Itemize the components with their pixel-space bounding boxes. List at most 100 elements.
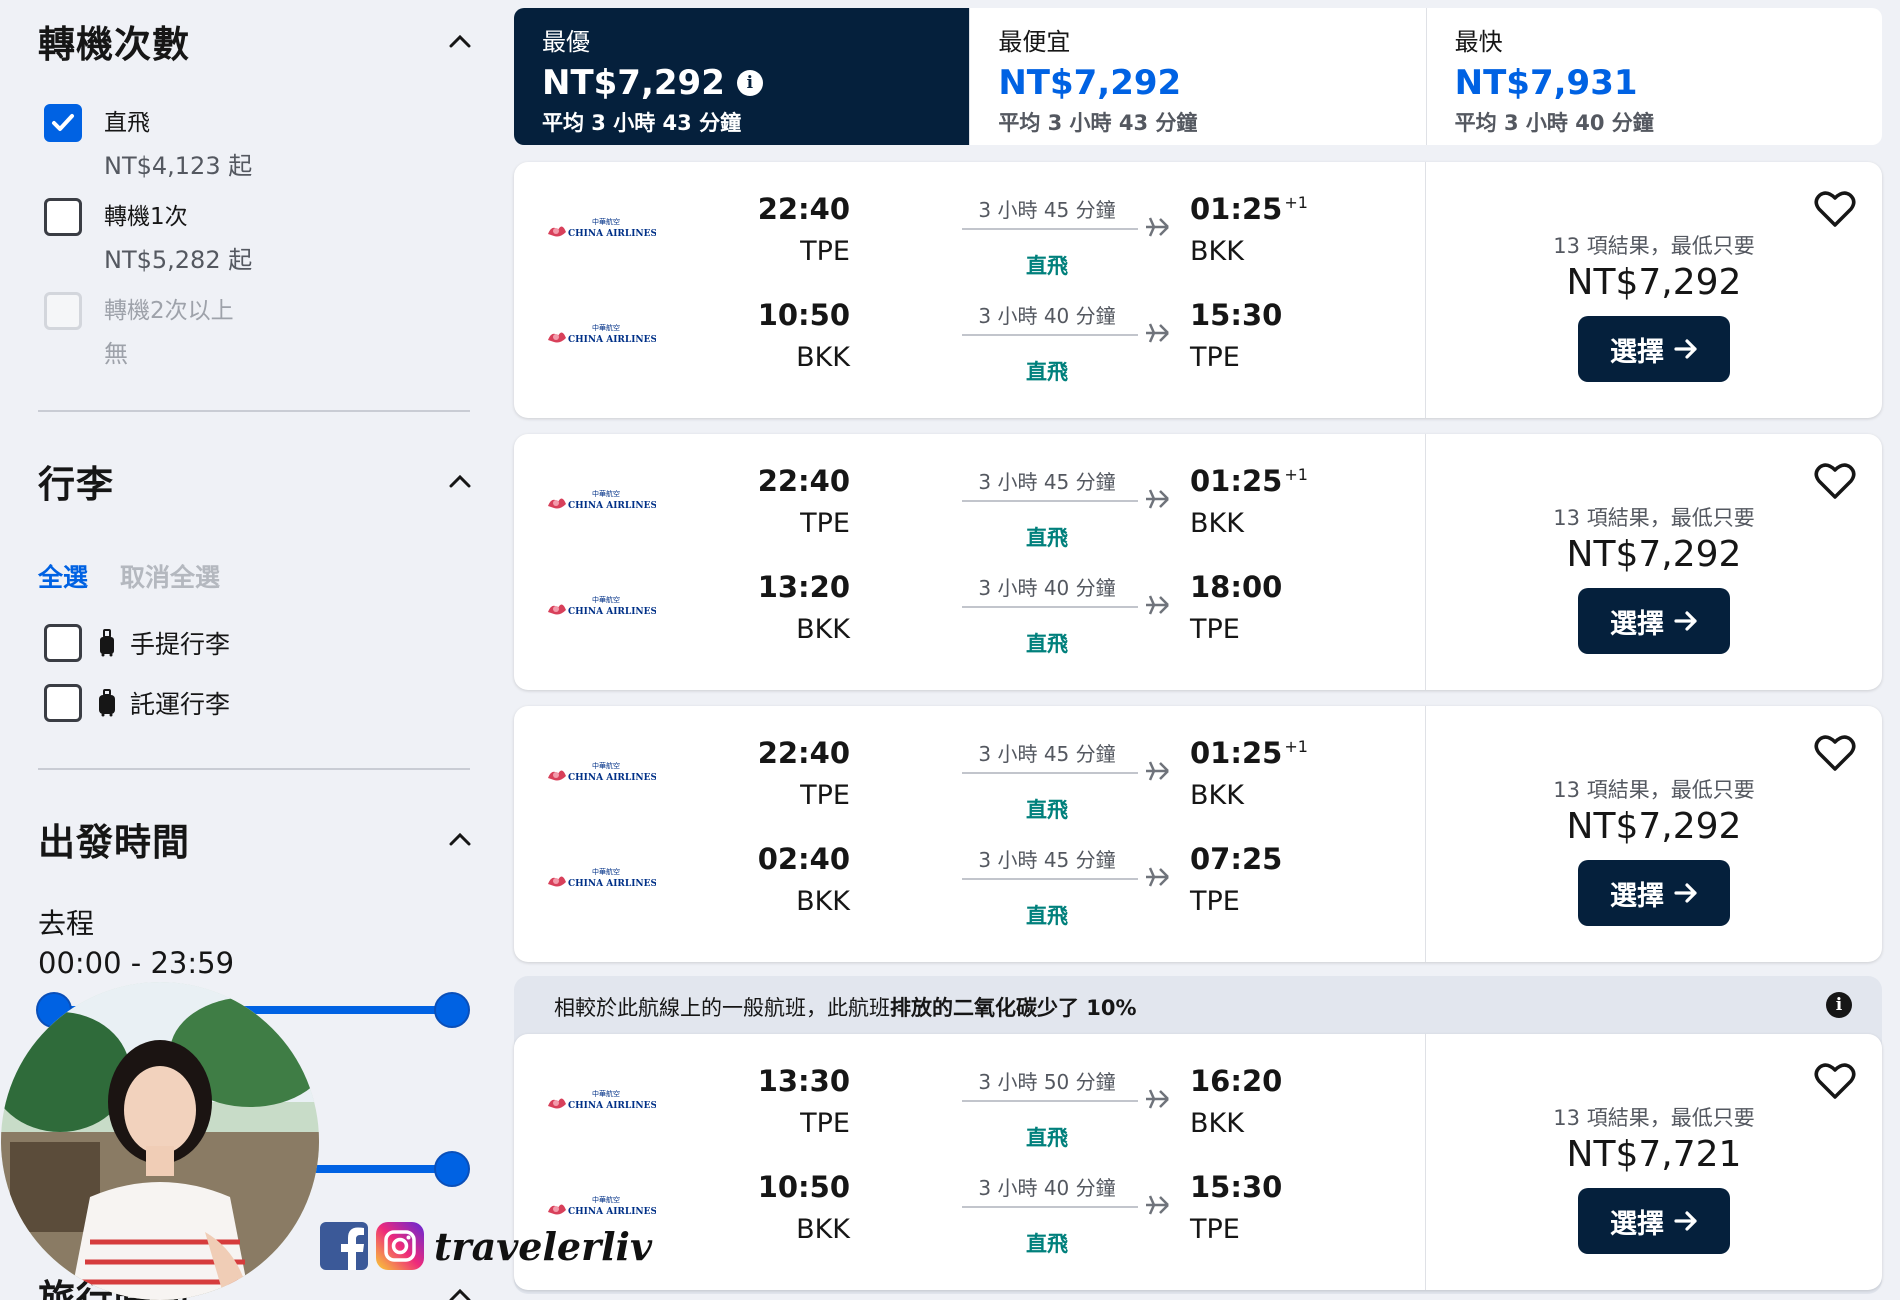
stops-label: 直飛 <box>1026 632 1068 656</box>
result-count: 13 項結果，最低只要 <box>1553 234 1755 258</box>
departure-airport: TPE <box>800 1108 850 1139</box>
baggage-option-label: 手提行李 <box>130 630 231 659</box>
stops-label: 直飛 <box>1026 526 1068 550</box>
arrival-time: 01:25 +1 <box>1190 736 1308 770</box>
social-watermark: travelerliv <box>320 1222 652 1270</box>
heart-icon[interactable] <box>1814 462 1856 500</box>
tab-label: 最快 <box>1454 28 1503 56</box>
baggage-option-checked[interactable]: 託運行李 <box>44 684 230 722</box>
stops-option-one-stop[interactable]: 轉機1次 NT$5,282 起 <box>44 198 252 275</box>
price-panel: 13 項結果，最低只要 NT$7,292 選擇 <box>1426 706 1882 962</box>
arrow-right-icon <box>1674 1210 1698 1232</box>
stops-option-label: 轉機1次 <box>104 204 188 230</box>
checkbox-checked[interactable] <box>44 104 82 142</box>
tab-duration: 平均 3 小時 43 分鐘 <box>542 111 742 135</box>
arrival-airport: TPE <box>1190 614 1240 645</box>
heart-icon[interactable] <box>1814 190 1856 228</box>
chevron-up-icon[interactable] <box>440 21 480 61</box>
flight-duration: 3 小時 40 分鐘 <box>978 304 1116 328</box>
heart-icon[interactable] <box>1814 734 1856 772</box>
arrow-right-icon <box>1674 882 1698 904</box>
info-icon[interactable]: i <box>1826 992 1852 1018</box>
plane-icon <box>1144 486 1170 512</box>
select-button[interactable]: 選擇 <box>1578 860 1730 926</box>
result-count: 13 項結果，最低只要 <box>1553 778 1755 802</box>
svg-text:CHINA AIRLINES: CHINA AIRLINES <box>568 773 656 783</box>
tab-price: NT$7,292 i <box>542 63 941 103</box>
arrival-time: 18:00 <box>1190 570 1284 604</box>
baggage-section-header[interactable]: 行李 <box>38 454 480 508</box>
departure-time: 10:50 <box>757 1170 850 1204</box>
flight-result-card[interactable]: 中華航空 CHINA AIRLINES 22:40 TPE 3 小時 45 分鐘 直飛 01… <box>514 706 1882 962</box>
stops-label: 直飛 <box>1026 360 1068 384</box>
select-button[interactable]: 選擇 <box>1578 588 1730 654</box>
day-offset: +1 <box>1284 737 1308 757</box>
departure-airport: TPE <box>800 236 850 267</box>
flight-leg: 中華航空 CHINA AIRLINES 13:20 BKK 3 小時 40 分鐘 直飛 18… <box>514 570 1426 660</box>
heart-icon[interactable] <box>1814 1062 1856 1100</box>
svg-text:CHINA AIRLINES: CHINA AIRLINES <box>568 501 656 511</box>
checkbox-unchecked[interactable] <box>44 624 82 662</box>
select-button[interactable]: 選擇 <box>1578 1188 1730 1254</box>
checkbox-disabled <box>44 292 82 330</box>
departure-time: 22:40 <box>757 736 850 770</box>
flight-result-card[interactable]: 中華航空 CHINA AIRLINES 22:40 TPE 3 小時 45 分鐘 直飛 01… <box>514 434 1882 690</box>
arrival-time-value: 07:25 <box>1190 842 1283 876</box>
plane-icon <box>1144 1086 1170 1112</box>
flight-details[interactable]: 中華航空 CHINA AIRLINES 22:40 TPE 3 小時 45 分鐘 直飛 01… <box>514 162 1426 418</box>
stops-option-direct[interactable]: 直飛 NT$4,123 起 <box>44 104 252 181</box>
slider-handle-end[interactable] <box>434 992 470 1028</box>
tab-label: 最優 <box>542 28 590 56</box>
flight-details[interactable]: 中華航空 CHINA AIRLINES 22:40 TPE 3 小時 45 分鐘 直飛 01… <box>514 706 1426 962</box>
plane-icon <box>1144 320 1170 346</box>
tab-price-value: NT$7,931 <box>1454 63 1638 103</box>
day-offset: +1 <box>1284 465 1308 485</box>
stops-title: 轉機次數 <box>38 23 190 66</box>
plane-icon <box>1144 864 1170 890</box>
departure-section-header[interactable]: 出發時間 <box>38 812 480 866</box>
flight-leg: 中華航空 CHINA AIRLINES 22:40 TPE 3 小時 45 分鐘 直飛 01… <box>514 192 1426 282</box>
flight-result-card[interactable]: 中華航空 CHINA AIRLINES 22:40 TPE 3 小時 45 分鐘 直飛 01… <box>514 162 1882 418</box>
arrival-airport: BKK <box>1190 1108 1244 1139</box>
svg-text:CHINA AIRLINES: CHINA AIRLINES <box>568 1101 656 1111</box>
checkbox-unchecked[interactable] <box>44 684 82 722</box>
flight-details[interactable]: 中華航空 CHINA AIRLINES 22:40 TPE 3 小時 45 分鐘 直飛 01… <box>514 434 1426 690</box>
airline-logo: 中華航空 CHINA AIRLINES <box>544 864 657 894</box>
checked-bag-icon <box>98 688 118 718</box>
flight-leg: 中華航空 CHINA AIRLINES 22:40 TPE 3 小時 45 分鐘 直飛 01… <box>514 736 1426 826</box>
chevron-up-icon[interactable] <box>440 819 480 859</box>
checkbox-unchecked[interactable] <box>44 198 82 236</box>
select-all-link[interactable]: 全選 <box>38 558 88 594</box>
outbound-label: 去程 <box>38 907 95 940</box>
result-price: NT$7,721 <box>1566 1134 1742 1175</box>
slider-handle-end[interactable] <box>434 1151 470 1187</box>
stops-section-header[interactable]: 轉機次數 <box>38 14 480 68</box>
plane-icon <box>1144 1192 1170 1218</box>
tab-cheapest[interactable]: 最便宜 NT$7,292 平均 3 小時 43 分鐘 <box>970 8 1427 145</box>
arrow-right-icon <box>1674 338 1698 360</box>
deselect-all-link[interactable]: 取消全選 <box>120 558 220 594</box>
airline-logo: 中華航空 CHINA AIRLINES <box>544 486 657 516</box>
baggage-option-carry-on[interactable]: 手提行李 <box>44 624 230 662</box>
arrival-time-value: 01:25 <box>1190 192 1283 226</box>
tab-fastest[interactable]: 最快 NT$7,931 平均 3 小時 40 分鐘 <box>1427 8 1882 145</box>
avatar <box>0 982 320 1300</box>
stops-label: 直飛 <box>1026 254 1068 278</box>
stops-option-label: 直飛 <box>104 110 150 136</box>
info-icon[interactable]: i <box>736 70 763 96</box>
route-line <box>962 500 1138 502</box>
select-button[interactable]: 選擇 <box>1578 316 1730 382</box>
carry-on-bag-icon <box>98 628 118 658</box>
chevron-up-icon[interactable] <box>440 1275 480 1300</box>
section-divider <box>38 410 470 412</box>
departure-airport: BKK <box>796 1214 850 1245</box>
flight-leg: 中華航空 CHINA AIRLINES 02:40 BKK 3 小時 45 分鐘 直飛 07… <box>514 842 1426 932</box>
arrival-airport: TPE <box>1190 1214 1240 1245</box>
flight-result-card[interactable]: 中華航空 CHINA AIRLINES 13:30 TPE 3 小時 50 分鐘 直飛 16… <box>514 1034 1882 1290</box>
departure-time: 22:40 <box>757 464 850 498</box>
outbound-time-range: 00:00 - 23:59 <box>38 946 235 980</box>
tab-best[interactable]: 最優 NT$7,292 i 平均 3 小時 43 分鐘 <box>514 8 971 145</box>
chevron-up-icon[interactable] <box>440 461 480 501</box>
instagram-icon <box>376 1222 424 1270</box>
airline-logo: 中華航空 CHINA AIRLINES <box>544 214 657 244</box>
